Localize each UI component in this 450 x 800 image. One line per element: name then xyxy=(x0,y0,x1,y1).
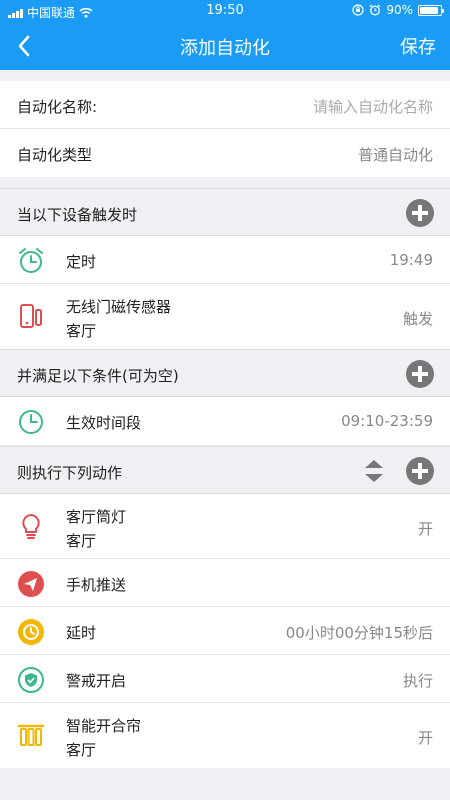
save-button[interactable]: 保存 xyxy=(400,33,436,59)
list-item[interactable]: 警戒开启 执行 xyxy=(0,655,450,703)
action-name: 手机推送 xyxy=(66,576,127,594)
list-item[interactable]: 无线门磁传感器 客厅 触发 xyxy=(0,284,450,349)
automation-type-label: 自动化类型 xyxy=(17,146,93,164)
action-value: 开 xyxy=(417,729,433,747)
add-condition-plus-icon[interactable] xyxy=(406,360,434,388)
clock-icon xyxy=(16,407,46,437)
list-item[interactable]: 客厅筒灯 客厅 开 xyxy=(0,494,450,559)
trigger-room: 客厅 xyxy=(66,322,97,340)
header: 中国联通 19:50 90% 添加自动化 保存 xyxy=(0,0,450,70)
condition-name: 生效时间段 xyxy=(66,414,142,432)
battery-icon xyxy=(418,4,444,16)
trigger-section-title: 当以下设备触发时 xyxy=(17,206,138,224)
action-section-title: 则执行下列动作 xyxy=(17,464,123,482)
timer-icon xyxy=(16,617,46,647)
trigger-section-header: 当以下设备触发时 xyxy=(0,188,450,236)
action-name: 客厅筒灯 xyxy=(66,508,127,526)
condition-value: 09:10-23:59 xyxy=(341,412,433,430)
condition-list: 生效时间段 09:10-23:59 xyxy=(0,397,450,445)
action-room: 客厅 xyxy=(66,532,97,550)
paper-plane-icon xyxy=(16,569,46,599)
trigger-name: 定时 xyxy=(66,253,97,271)
action-value: 执行 xyxy=(402,672,433,690)
action-room: 客厅 xyxy=(66,741,97,759)
condition-section-header: 并满足以下条件(可为空) xyxy=(0,349,450,397)
action-name: 延时 xyxy=(66,624,97,642)
action-value: 开 xyxy=(417,520,433,538)
trigger-list: 定时 19:49 无线门磁传感器 客厅 触发 xyxy=(0,236,450,349)
action-name: 智能开合帘 xyxy=(66,717,142,735)
action-section-header: 则执行下列动作 xyxy=(0,446,450,494)
add-action-plus-icon[interactable] xyxy=(406,457,434,485)
automation-name-input[interactable]: 请输入自动化名称 xyxy=(313,96,433,117)
light-bulb-icon xyxy=(16,511,46,541)
trigger-value: 19:49 xyxy=(389,251,433,269)
page-title: 添加自动化 xyxy=(180,38,270,59)
settings-block: 自动化名称: 请输入自动化名称 自动化类型 普通自动化 xyxy=(0,81,450,177)
condition-section-title: 并满足以下条件(可为空) xyxy=(17,367,179,385)
automation-name-row[interactable]: 自动化名称: 请输入自动化名称 xyxy=(0,81,450,129)
shield-icon xyxy=(16,665,46,695)
trigger-name: 无线门磁传感器 xyxy=(66,298,172,316)
trigger-value: 触发 xyxy=(402,310,433,328)
action-name: 警戒开启 xyxy=(66,672,127,690)
list-item[interactable]: 定时 19:49 xyxy=(0,236,450,284)
nav-bar: 添加自动化 保存 xyxy=(0,22,450,70)
door-sensor-icon xyxy=(16,301,46,331)
alarm-icon xyxy=(369,4,381,16)
alarm-clock-icon xyxy=(16,246,46,276)
automation-type-value: 普通自动化 xyxy=(357,146,433,164)
list-item[interactable]: 延时 00小时00分钟15秒后 xyxy=(0,607,450,655)
action-list: 客厅筒灯 客厅 开 手机推送 延时 00小时00分钟15秒后 警戒开启 执行 智… xyxy=(0,494,450,768)
battery-percent: 90% xyxy=(386,3,413,17)
status-bar: 中国联通 19:50 90% xyxy=(0,0,450,22)
automation-type-row[interactable]: 自动化类型 普通自动化 xyxy=(0,129,450,177)
sort-arrows-icon[interactable] xyxy=(362,457,386,485)
automation-name-label: 自动化名称: xyxy=(17,98,98,116)
list-item[interactable]: 手机推送 xyxy=(0,559,450,607)
list-item[interactable]: 生效时间段 09:10-23:59 xyxy=(0,397,450,445)
list-item[interactable]: 智能开合帘 客厅 开 xyxy=(0,703,450,768)
curtain-icon xyxy=(16,720,46,750)
action-value: 00小时00分钟15秒后 xyxy=(285,624,433,642)
add-trigger-plus-icon[interactable] xyxy=(406,199,434,227)
rotation-lock-icon xyxy=(352,4,364,16)
